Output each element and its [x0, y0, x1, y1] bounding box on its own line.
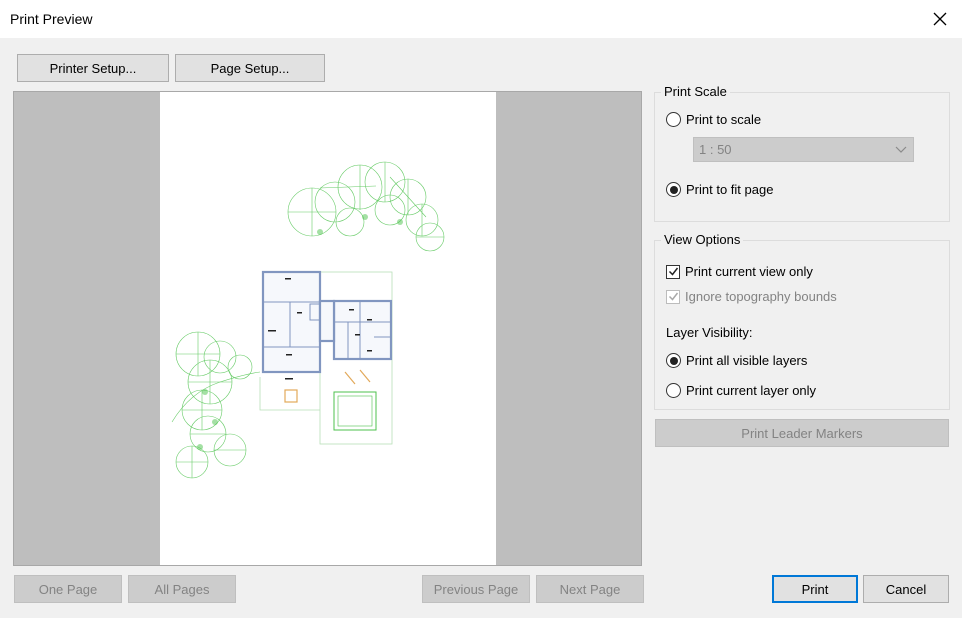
cancel-button[interactable]: Cancel — [863, 575, 949, 603]
current-layer-only-option[interactable]: Print current layer only — [666, 383, 816, 398]
all-visible-layers-label: Print all visible layers — [686, 353, 808, 368]
print-to-scale-label: Print to scale — [686, 112, 762, 127]
current-view-only-label: Print current view only — [685, 264, 813, 279]
scale-select[interactable]: 1 : 50 — [693, 137, 914, 162]
floor-plan-drawing — [171, 161, 445, 479]
ignore-topography-option: Ignore topography bounds — [666, 289, 837, 304]
chevron-down-icon — [895, 146, 907, 153]
all-visible-layers-radio[interactable] — [666, 353, 681, 368]
title-bar: Print Preview — [0, 0, 962, 38]
all-visible-layers-option[interactable]: Print all visible layers — [666, 353, 807, 368]
print-to-scale-option[interactable]: Print to scale — [666, 112, 761, 127]
print-preview-area — [13, 91, 642, 566]
print-button[interactable]: Print — [772, 575, 858, 603]
checkmark-icon — [668, 292, 678, 301]
window-title: Print Preview — [10, 11, 93, 27]
scale-value: 1 : 50 — [699, 142, 732, 157]
current-view-only-option[interactable]: Print current view only — [666, 264, 813, 279]
ignore-topography-label: Ignore topography bounds — [685, 289, 837, 304]
printer-setup-button[interactable]: Printer Setup... — [17, 54, 169, 82]
print-to-fit-label: Print to fit page — [686, 182, 774, 197]
view-options-title: View Options — [661, 232, 744, 247]
view-options-group: View Options Print current view only Ign… — [654, 232, 950, 410]
close-button[interactable] — [918, 0, 962, 38]
current-layer-only-radio[interactable] — [666, 383, 681, 398]
current-layer-only-label: Print current layer only — [686, 383, 817, 398]
ignore-topography-checkbox — [666, 289, 680, 304]
page-setup-button[interactable]: Page Setup... — [175, 54, 325, 82]
print-leader-markers-button[interactable]: Print Leader Markers — [655, 419, 949, 447]
preview-page — [160, 92, 496, 565]
current-view-only-checkbox[interactable] — [666, 264, 680, 279]
print-scale-group: Print Scale Print to scale 1 : 50 Print … — [654, 84, 950, 222]
checkmark-icon — [668, 267, 678, 276]
previous-page-button[interactable]: Previous Page — [422, 575, 530, 603]
one-page-button[interactable]: One Page — [14, 575, 122, 603]
close-icon — [933, 12, 947, 26]
print-to-scale-radio[interactable] — [666, 112, 681, 127]
print-to-fit-radio[interactable] — [666, 182, 681, 197]
all-pages-button[interactable]: All Pages — [128, 575, 236, 603]
next-page-button[interactable]: Next Page — [536, 575, 644, 603]
print-to-fit-option[interactable]: Print to fit page — [666, 182, 773, 197]
layer-visibility-label: Layer Visibility: — [666, 325, 753, 340]
print-scale-title: Print Scale — [661, 84, 730, 99]
